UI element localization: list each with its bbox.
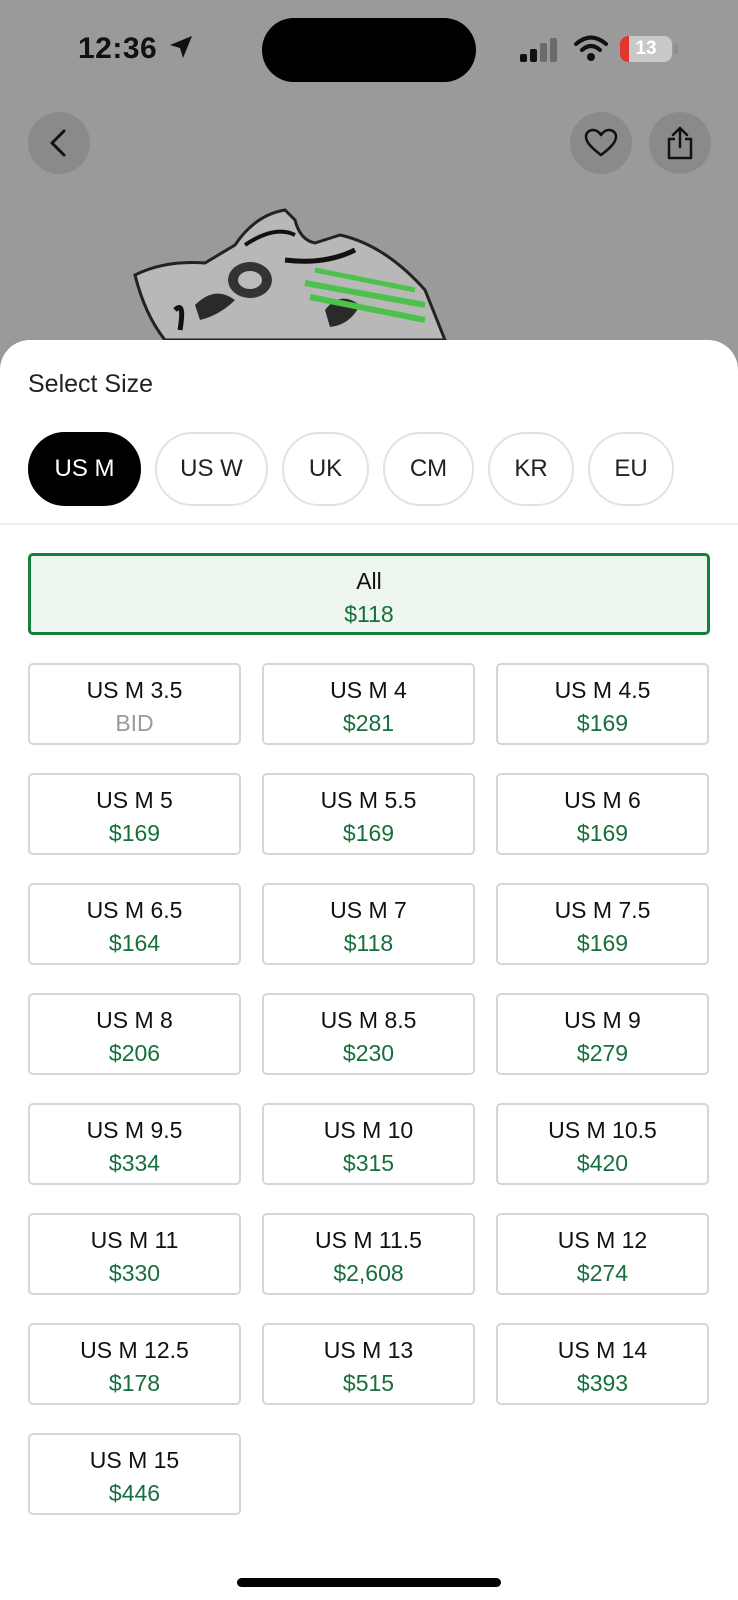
status-bar: 12:36 13 — [0, 0, 738, 100]
size-option[interactable]: US M 11 $330 — [28, 1213, 241, 1295]
size-label: US M 14 — [557, 1337, 648, 1363]
tab-kr[interactable]: KR — [488, 432, 574, 506]
back-button[interactable] — [28, 112, 90, 174]
wifi-icon — [574, 35, 608, 61]
battery-tip — [674, 44, 678, 54]
size-label: US M 11.5 — [315, 1227, 422, 1253]
all-sizes-option[interactable]: All $118 — [28, 553, 710, 635]
size-price: $206 — [108, 1040, 161, 1066]
battery-level: 13 — [635, 38, 657, 59]
home-indicator[interactable] — [237, 1578, 501, 1587]
select-size-sheet: Select Size US M US W UK CM KR EU All $1… — [0, 340, 738, 1600]
tab-cm[interactable]: CM — [383, 432, 474, 506]
size-label: US M 9.5 — [86, 1117, 183, 1143]
size-price: $169 — [108, 820, 161, 846]
size-price: $446 — [108, 1480, 161, 1506]
size-price: $169 — [342, 820, 395, 846]
size-label: US M 6.5 — [86, 897, 183, 923]
size-option[interactable]: US M 4.5 $169 — [496, 663, 709, 745]
size-price: $393 — [576, 1370, 629, 1396]
size-option[interactable]: US M 3.5 BID — [28, 663, 241, 745]
size-label: US M 7 — [330, 897, 407, 923]
size-price: $420 — [576, 1150, 629, 1176]
size-option[interactable]: US M 5 $169 — [28, 773, 241, 855]
size-label: US M 8 — [96, 1007, 173, 1033]
size-label: US M 13 — [323, 1337, 414, 1363]
size-price: $2,608 — [333, 1260, 404, 1286]
size-option[interactable]: US M 10.5 $420 — [496, 1103, 709, 1185]
size-label: US M 10.5 — [548, 1117, 657, 1143]
size-label: US M 5.5 — [320, 787, 417, 813]
size-price: $230 — [342, 1040, 395, 1066]
size-price: $164 — [108, 930, 161, 956]
chevron-left-icon — [50, 129, 66, 157]
size-option[interactable]: US M 12.5 $178 — [28, 1323, 241, 1405]
size-label: US M 7.5 — [554, 897, 651, 923]
size-option[interactable]: US M 6 $169 — [496, 773, 709, 855]
size-price: $334 — [108, 1150, 161, 1176]
size-option[interactable]: US M 7.5 $169 — [496, 883, 709, 965]
size-option[interactable]: US M 9 $279 — [496, 993, 709, 1075]
size-label: US M 12.5 — [80, 1337, 189, 1363]
size-price: $315 — [342, 1150, 395, 1176]
size-price: $169 — [576, 710, 629, 736]
size-option[interactable]: US M 9.5 $334 — [28, 1103, 241, 1185]
size-option[interactable]: US M 14 $393 — [496, 1323, 709, 1405]
size-price: $169 — [576, 820, 629, 846]
share-button[interactable] — [649, 112, 711, 174]
size-option[interactable]: US M 7 $118 — [262, 883, 475, 965]
size-price: $178 — [108, 1370, 161, 1396]
size-label: US M 8.5 — [320, 1007, 417, 1033]
size-price: $330 — [108, 1260, 161, 1286]
favorite-button[interactable] — [570, 112, 632, 174]
size-option[interactable]: US M 12 $274 — [496, 1213, 709, 1295]
size-option[interactable]: US M 4 $281 — [262, 663, 475, 745]
size-option[interactable]: US M 10 $315 — [262, 1103, 475, 1185]
cellular-signal-icon — [520, 38, 557, 62]
size-label: US M 15 — [89, 1447, 180, 1473]
size-label: US M 3.5 — [86, 677, 183, 703]
tab-eu[interactable]: EU — [588, 432, 674, 506]
size-price: $274 — [576, 1260, 629, 1286]
size-price: BID — [115, 710, 154, 736]
size-option[interactable]: US M 15 $446 — [28, 1433, 241, 1515]
size-option[interactable]: US M 8.5 $230 — [262, 993, 475, 1075]
tab-uk[interactable]: UK — [282, 432, 369, 506]
heart-icon — [584, 128, 618, 157]
dynamic-island — [262, 18, 476, 82]
size-price: $169 — [576, 930, 629, 956]
size-label: US M 11 — [90, 1227, 179, 1253]
size-option[interactable]: US M 6.5 $164 — [28, 883, 241, 965]
size-option[interactable]: US M 11.5 $2,608 — [262, 1213, 475, 1295]
sheet-title: Select Size — [28, 370, 154, 398]
status-time: 12:36 — [78, 32, 158, 65]
size-price: $118 — [343, 930, 394, 956]
size-label: All — [356, 568, 382, 594]
size-label: US M 4 — [330, 677, 407, 703]
size-label: US M 12 — [557, 1227, 648, 1253]
size-grid: US M 3.5 BID US M 4 $281 US M 4.5 $169 US M… — [28, 663, 710, 1515]
size-price: $515 — [342, 1370, 395, 1396]
sneaker-product-image — [133, 208, 447, 340]
location-arrow-icon — [170, 36, 192, 58]
size-label: US M 6 — [564, 787, 641, 813]
size-label: US M 10 — [323, 1117, 414, 1143]
size-price: $118 — [344, 601, 394, 627]
share-icon — [667, 126, 693, 160]
size-option[interactable]: US M 13 $515 — [262, 1323, 475, 1405]
size-label: US M 4.5 — [554, 677, 651, 703]
size-option[interactable]: US M 5.5 $169 — [262, 773, 475, 855]
size-label: US M 5 — [96, 787, 173, 813]
battery-indicator: 13 — [620, 36, 672, 62]
tab-us-w[interactable]: US W — [155, 432, 268, 506]
size-label: US M 9 — [564, 1007, 641, 1033]
tab-us-m[interactable]: US M — [28, 432, 141, 506]
size-option[interactable]: US M 8 $206 — [28, 993, 241, 1075]
size-unit-tabs: US M US W UK CM KR EU — [28, 432, 674, 506]
divider — [0, 523, 738, 525]
size-price: $279 — [576, 1040, 629, 1066]
size-price: $281 — [342, 710, 395, 736]
